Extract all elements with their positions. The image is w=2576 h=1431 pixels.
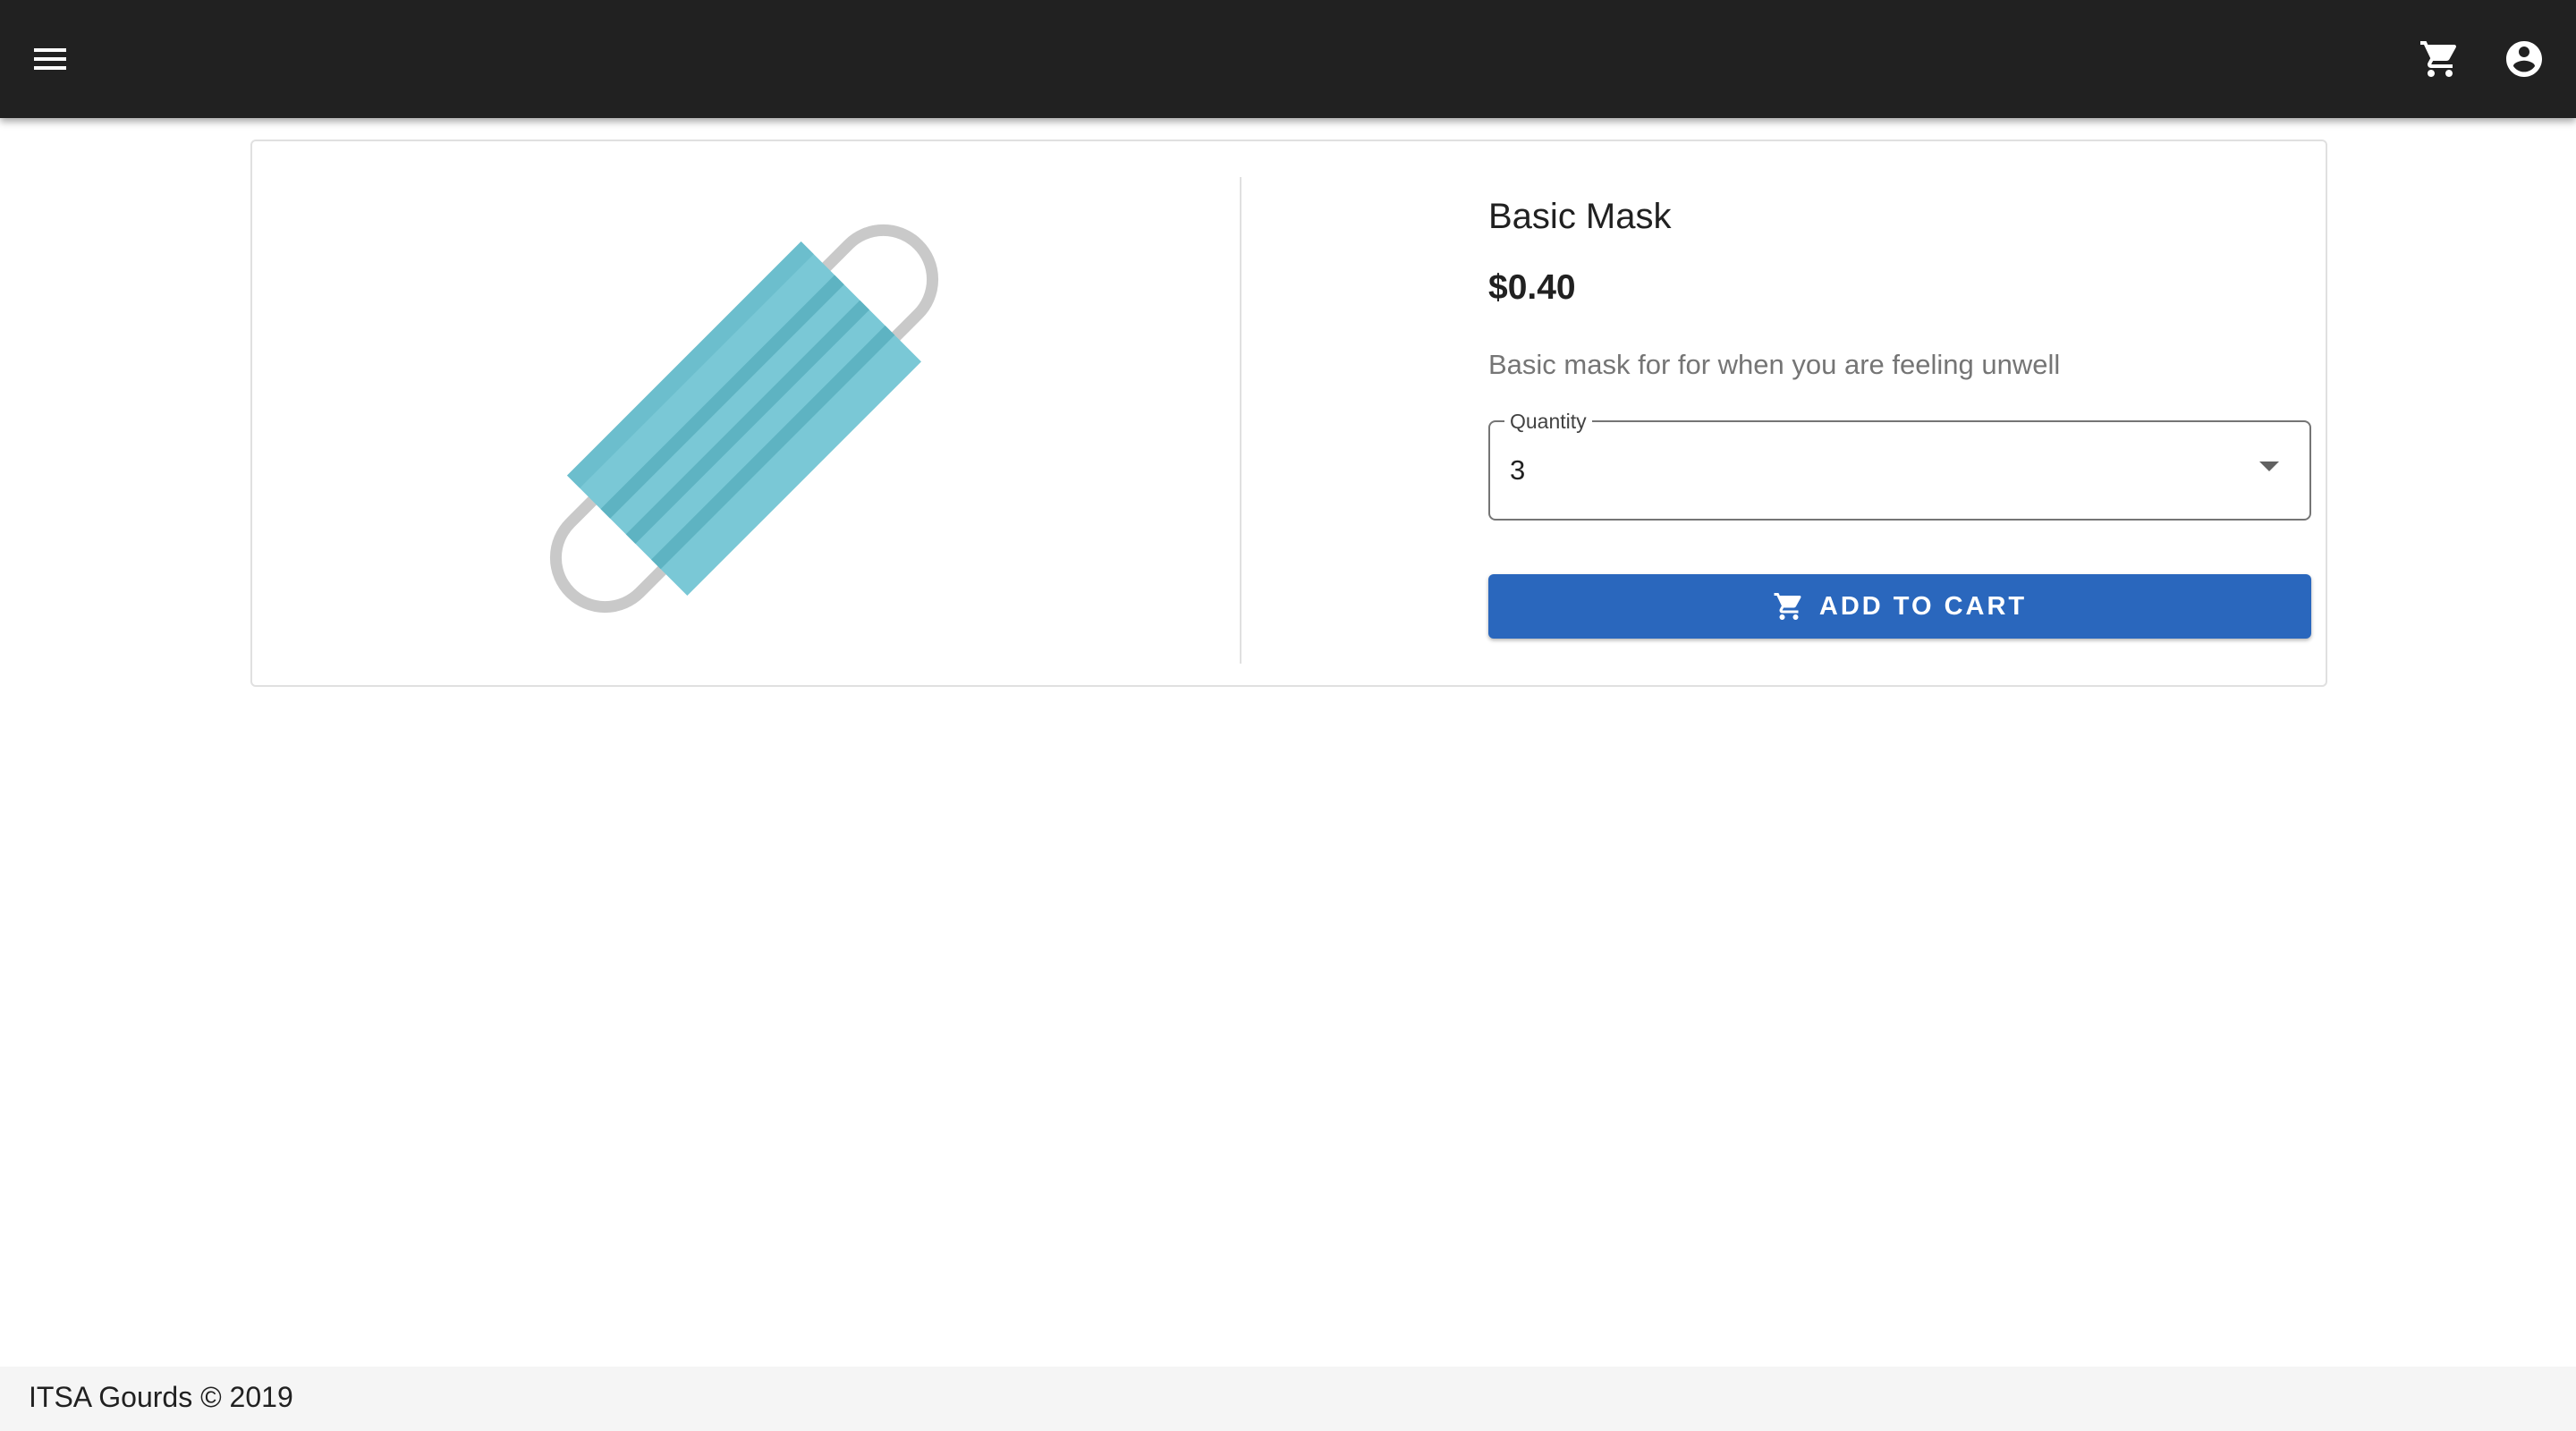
copyright-text: ITSA Gourds © 2019	[29, 1381, 293, 1413]
dropdown-arrow-icon	[2259, 461, 2279, 471]
menu-icon	[34, 48, 66, 70]
account-circle-icon	[2506, 41, 2542, 77]
vertical-divider	[1240, 177, 1241, 664]
product-description: Basic mask for for when you are feeling …	[1488, 349, 2061, 380]
product-card: Basic Mask $0.40 Basic mask for for when…	[250, 140, 2327, 687]
quantity-select[interactable]: Quantity 3	[1488, 410, 2311, 521]
add-to-cart-button[interactable]: ADD TO CART	[1488, 574, 2311, 639]
menu-button[interactable]	[11, 20, 89, 98]
face-mask-image	[549, 224, 939, 614]
product-details: Basic Mask $0.40 Basic mask for for when…	[1487, 141, 2313, 685]
footer: ITSA Gourds © 2019	[0, 1367, 2576, 1431]
product-price: $0.40	[1488, 268, 1576, 307]
shopping-cart-icon	[2420, 41, 2457, 77]
shopping-cart-icon	[1774, 593, 1801, 620]
account-button[interactable]	[2485, 20, 2563, 98]
cart-button[interactable]	[2401, 20, 2479, 98]
quantity-label: Quantity	[1504, 410, 1592, 433]
app-bar	[0, 0, 2576, 118]
product-image-area	[252, 141, 1240, 685]
add-to-cart-label: ADD TO CART	[1818, 591, 2028, 621]
product-name: Basic Mask	[1488, 197, 1672, 236]
quantity-value: 3	[1510, 454, 1526, 486]
